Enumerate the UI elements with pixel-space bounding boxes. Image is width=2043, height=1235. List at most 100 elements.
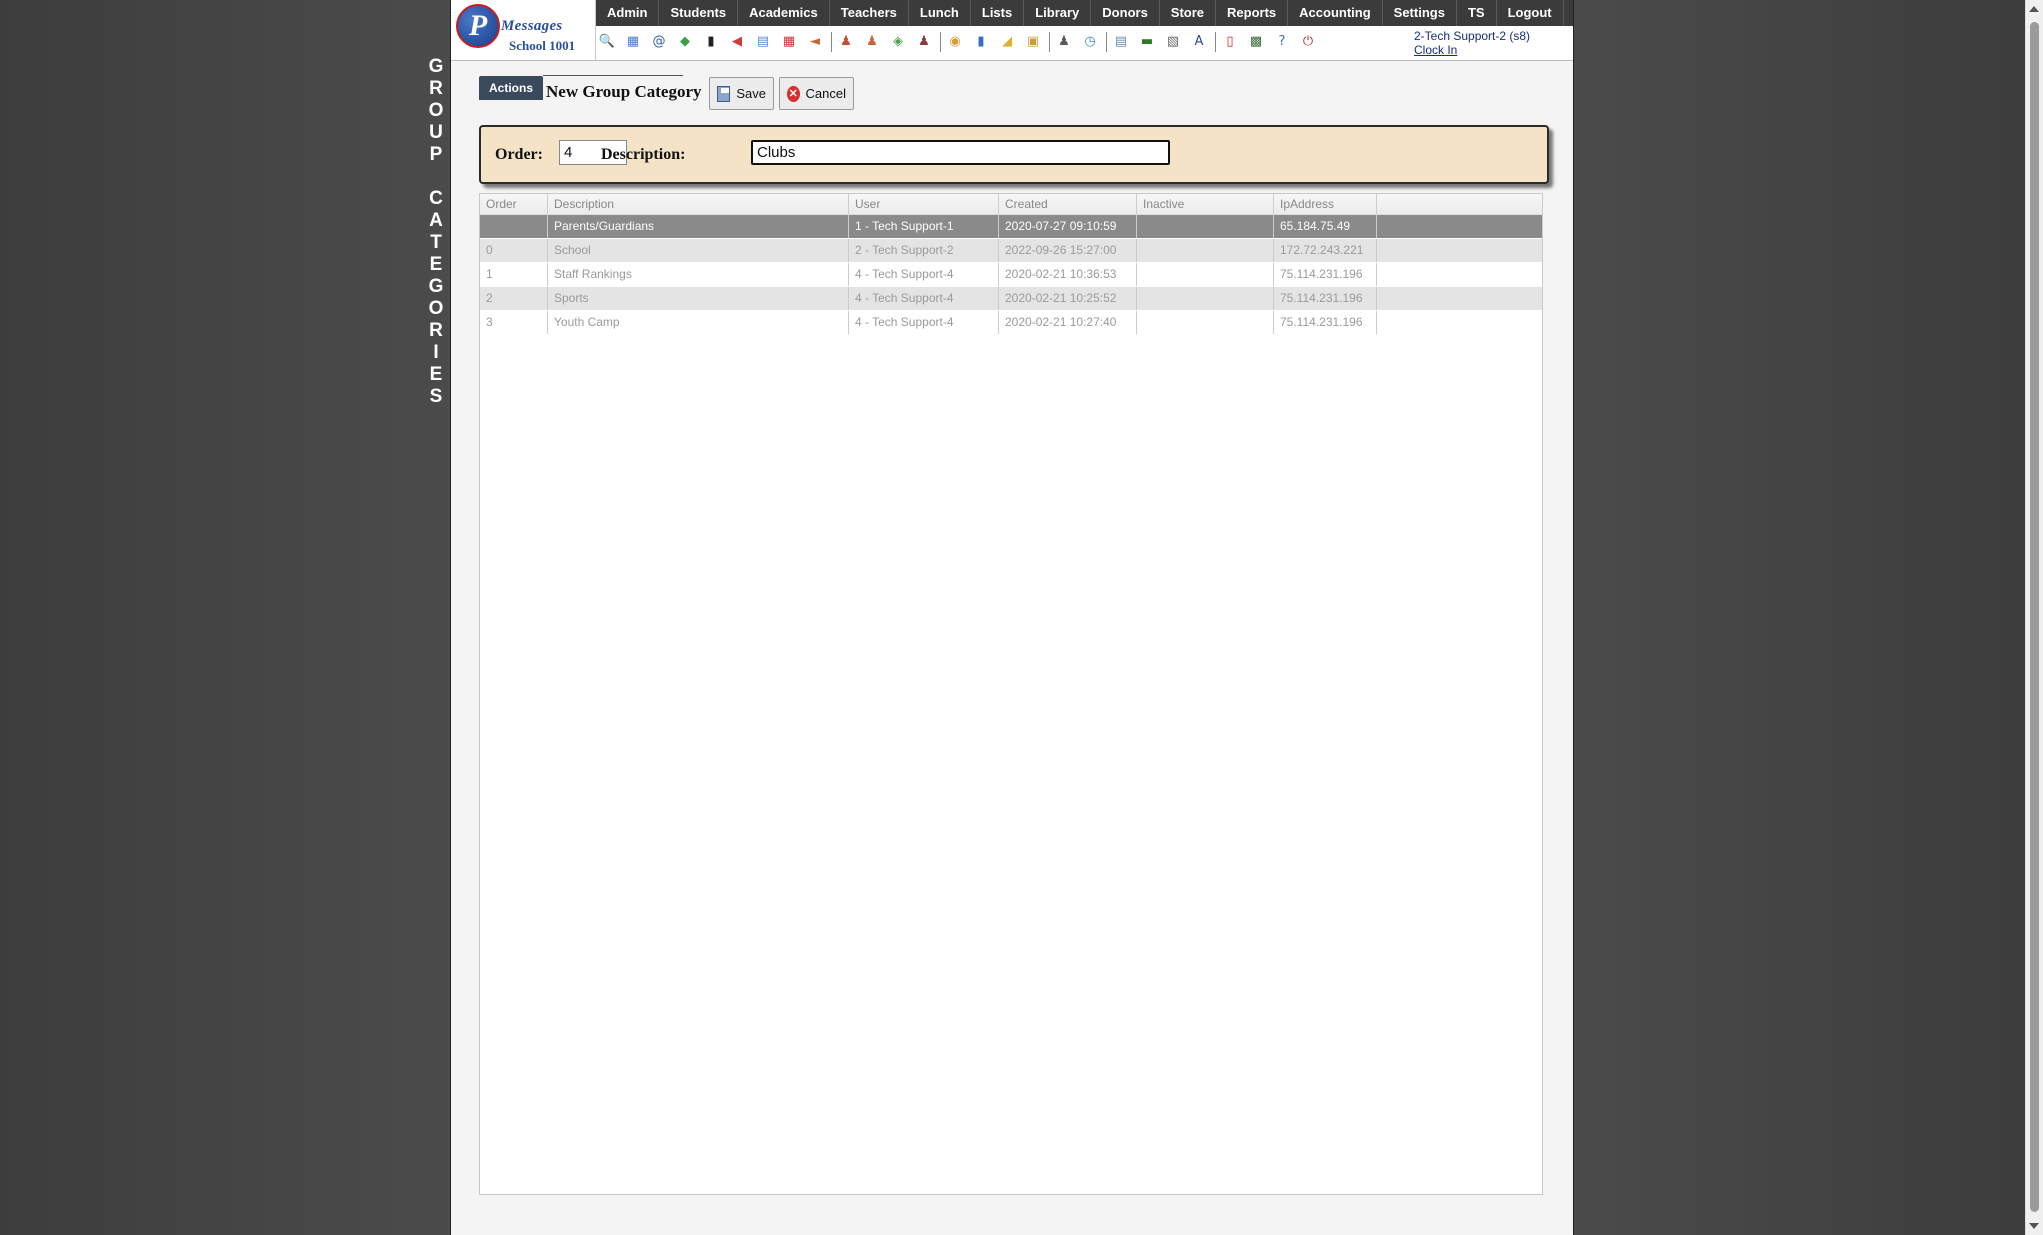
table-row[interactable]: 2 Sports 4 - Tech Support-4 2020-02-21 10:2…	[480, 287, 1542, 311]
save-button[interactable]: Save	[709, 77, 774, 110]
side-title-letter: S	[429, 386, 443, 407]
table-row[interactable]: Parents/Guardians 1 - Tech Support-1 2020-…	[480, 215, 1542, 239]
lunch-icon[interactable]: ◉	[945, 32, 965, 52]
description-label: Description:	[601, 146, 686, 163]
spreadsheet-icon[interactable]: ▤	[1111, 32, 1131, 52]
cash-icon[interactable]: ▩	[1246, 32, 1266, 52]
menu-students[interactable]: Students	[659, 0, 739, 26]
description-input[interactable]	[751, 140, 1170, 165]
menu-settings[interactable]: Settings	[1383, 0, 1457, 26]
student-add-icon[interactable]: ♟	[836, 32, 856, 52]
pdf-icon[interactable]: ▯	[1220, 32, 1240, 52]
side-title-letter: P	[429, 144, 443, 165]
cell-inactive	[1137, 239, 1274, 262]
user-info: 2-Tech Support-2 (s8) Clock In	[1414, 29, 1530, 57]
scroll-thumb[interactable]	[2030, 22, 2039, 1212]
cell-description: Sports	[548, 287, 849, 310]
calendar-icon[interactable]: ▦	[779, 32, 799, 52]
logo-mark: P	[456, 4, 500, 48]
column-header-ipaddress[interactable]: IpAddress	[1274, 194, 1377, 214]
side-title-letter: E	[429, 254, 443, 275]
menu-store[interactable]: Store	[1160, 0, 1217, 26]
cell-order: 2	[480, 287, 548, 310]
side-title-letter: G	[428, 276, 444, 297]
cell-inactive	[1137, 215, 1274, 238]
side-title-letter: O	[428, 298, 444, 319]
grid-header: Order Description User Created Inactive IpAdd…	[480, 194, 1542, 215]
money-icon[interactable]: ◈	[888, 32, 908, 52]
scroll-down-icon[interactable]	[2029, 1223, 2039, 1229]
logo[interactable]: P Messages School 1001	[451, 0, 596, 60]
user-name: 2-Tech Support-2 (s8)	[1414, 29, 1531, 43]
column-header-inactive[interactable]: Inactive	[1137, 194, 1274, 214]
group-icon[interactable]: ♟	[914, 32, 934, 52]
clock-icon[interactable]: ◷	[1080, 32, 1100, 52]
help-icon[interactable]: ?	[1272, 32, 1292, 52]
store-icon[interactable]: ▣	[1023, 32, 1043, 52]
menu-reports[interactable]: Reports	[1216, 0, 1289, 26]
cell-description: Youth Camp	[548, 311, 849, 334]
form-icon[interactable]: ▤	[753, 32, 773, 52]
speaker-icon[interactable]: ◀	[727, 32, 747, 52]
donation-icon[interactable]: ◢	[997, 32, 1017, 52]
form-title: New Group Category	[546, 82, 702, 101]
toolbar: 🔍 ▦ @ ◆ ▮ ◀ ▤ ▦ ◄ ♟ ♟ ◈ ♟ ◉ ▮ ◢ ▣ ♟ ◷ ▤ ▬ ▧ A ▯ ▩? ⏻	[597, 29, 1324, 55]
toolbar-separator	[831, 32, 832, 52]
power-icon[interactable]: ⏻	[1298, 32, 1318, 52]
cell-description: Staff Rankings	[548, 263, 849, 286]
menu-ts[interactable]: TS	[1457, 0, 1497, 26]
side-title-gap	[424, 166, 448, 188]
search-icon[interactable]: 🔍	[597, 32, 617, 52]
menu-teachers[interactable]: Teachers	[830, 0, 909, 26]
menu-logout[interactable]: Logout	[1497, 0, 1564, 26]
side-title-letter: E	[429, 364, 443, 385]
chat-icon[interactable]: ◆	[675, 32, 695, 52]
email-at-icon[interactable]: @	[649, 32, 669, 52]
book-icon[interactable]: ▮	[971, 32, 991, 52]
cell-ip: 75.114.231.196	[1274, 263, 1377, 286]
menu-accounting[interactable]: Accounting	[1288, 0, 1383, 26]
menu-academics[interactable]: Academics	[738, 0, 830, 26]
scroll-up-icon[interactable]	[2029, 6, 2039, 12]
page-scrollbar[interactable]	[2025, 0, 2043, 1235]
cell-order: 3	[480, 311, 548, 334]
table-row[interactable]: 0 School 2 - Tech Support-2 2022-09-26 15:2…	[480, 239, 1542, 263]
ab-icon[interactable]: A	[1189, 32, 1209, 52]
menu-lists[interactable]: Lists	[971, 0, 1025, 26]
table-row[interactable]: 1 Staff Rankings 4 - Tech Support-4 2020-02…	[480, 263, 1542, 287]
cell-filler	[1377, 239, 1542, 262]
logo-brand: Messages	[501, 18, 563, 34]
cell-created: 2020-02-21 10:36:53	[999, 263, 1137, 286]
table-row[interactable]: 3 Youth Camp 4 - Tech Support-4 2020-02-21 …	[480, 311, 1542, 335]
side-title-letter: C	[429, 188, 443, 209]
side-title-letter: O	[428, 100, 444, 121]
column-header-order[interactable]: Order	[480, 194, 548, 214]
column-header-user[interactable]: User	[849, 194, 999, 214]
column-header-created[interactable]: Created	[999, 194, 1137, 214]
side-title-letter: A	[429, 210, 443, 231]
menu-lunch[interactable]: Lunch	[909, 0, 971, 26]
mobile-phone-icon[interactable]: ▮	[701, 32, 721, 52]
cell-inactive	[1137, 287, 1274, 310]
cancel-button[interactable]: ✕ Cancel	[779, 77, 854, 110]
menu-donors[interactable]: Donors	[1091, 0, 1160, 26]
cell-created: 2022-09-26 15:27:00	[999, 239, 1137, 262]
user-icon[interactable]: ♟	[1054, 32, 1074, 52]
grid-icon[interactable]: ▦	[623, 32, 643, 52]
cell-user: 4 - Tech Support-4	[849, 263, 999, 286]
cell-created: 2020-02-21 10:27:40	[999, 311, 1137, 334]
column-header-description[interactable]: Description	[548, 194, 849, 214]
main-menu: Admin Students Academics Teachers Lunch Lists…	[596, 0, 1573, 26]
menu-library[interactable]: Library	[1024, 0, 1092, 26]
barcode-icon[interactable]: ▬	[1137, 32, 1157, 52]
megaphone-icon[interactable]: ◄	[805, 32, 825, 52]
cell-user: 2 - Tech Support-2	[849, 239, 999, 262]
printer-icon[interactable]: ▧	[1163, 32, 1183, 52]
cell-inactive	[1137, 263, 1274, 286]
cell-filler	[1377, 311, 1542, 334]
actions-tab[interactable]: Actions	[479, 76, 543, 100]
clock-in-link[interactable]: Clock In	[1414, 43, 1457, 57]
menu-admin[interactable]: Admin	[596, 0, 660, 26]
toolbar-separator	[1106, 32, 1107, 52]
student-icon[interactable]: ♟	[862, 32, 882, 52]
